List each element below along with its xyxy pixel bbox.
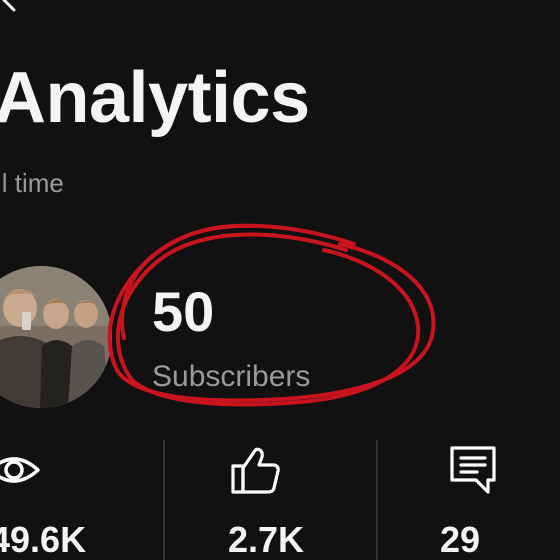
likes-value: 2.7K: [228, 519, 305, 560]
chevron-left-icon[interactable]: [0, 0, 24, 14]
channel-avatar[interactable]: [0, 266, 112, 408]
subscriber-label: Subscribers: [152, 360, 311, 393]
subscriber-count: 50: [152, 280, 215, 343]
thumbs-up-icon: [231, 447, 280, 494]
time-period-label[interactable]: ll time: [0, 168, 64, 199]
comment-icon: [450, 446, 496, 494]
stat-divider: [163, 440, 165, 560]
stat-divider: [376, 440, 378, 560]
eye-icon: [0, 457, 40, 483]
avatar-photo: [0, 266, 112, 408]
analytics-screen: Analytics ll time 50 Subscribers 49.6K 2…: [0, 0, 560, 560]
page-title: Analytics: [0, 58, 310, 138]
comments-value: 29: [440, 519, 481, 560]
views-value: 49.6K: [0, 519, 87, 560]
